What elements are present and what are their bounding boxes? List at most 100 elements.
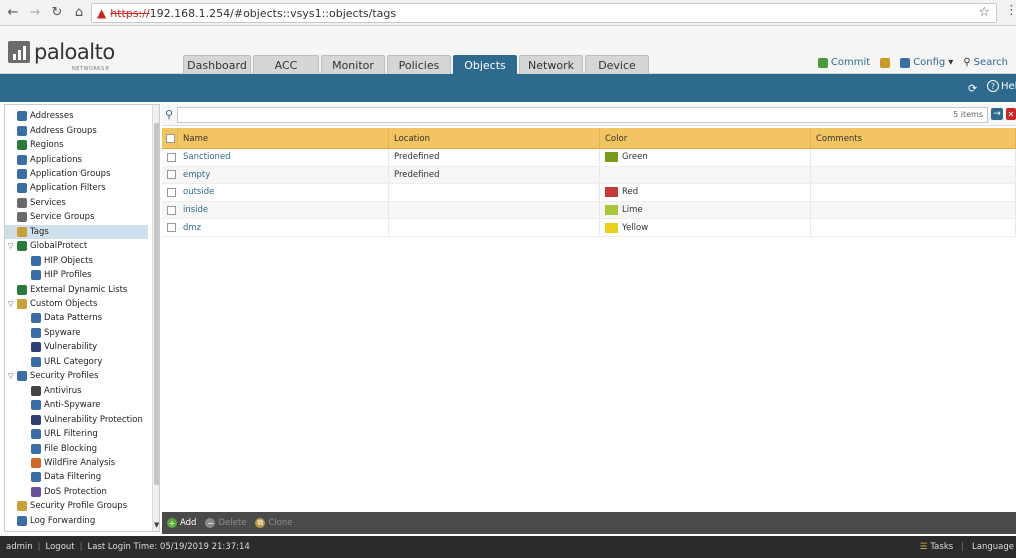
sidebar-item-label: HIP Profiles	[44, 270, 92, 281]
sidebar-item-security-profile-groups[interactable]: Security Profile Groups	[5, 499, 148, 513]
table-row[interactable]: inside Lime	[162, 201, 1016, 220]
sidebar-item-label: Application Groups	[30, 168, 111, 179]
tag-name-link[interactable]: empty	[183, 170, 210, 180]
table-row[interactable]: outside Red	[162, 184, 1016, 202]
anti-spyware-icon	[31, 400, 41, 411]
tab-network[interactable]: Network	[519, 55, 583, 74]
color-cell: Green	[600, 149, 811, 166]
row-checkbox[interactable]	[167, 187, 176, 197]
sidebar-item-url-filtering[interactable]: URL Filtering	[5, 427, 148, 441]
tab-policies[interactable]: Policies	[387, 55, 451, 74]
table-row[interactable]: Sanctioned Predefined Green	[162, 149, 1016, 167]
sidebar-item-external-dynamic-lists[interactable]: External Dynamic Lists	[5, 282, 148, 296]
scroll-down-icon[interactable]: ▼	[154, 521, 159, 529]
browser-toolbar: ← → ↻ ⌂ ▲ https:// 192.168.1.254/#object…	[0, 0, 1016, 26]
color-name: Yellow	[622, 222, 649, 233]
column-header-comments[interactable]: Comments	[811, 128, 1016, 149]
sidebar-item-log-forwarding[interactable]: Log Forwarding	[5, 514, 148, 528]
row-checkbox[interactable]	[167, 170, 176, 180]
paloalto-logo: paloalto	[8, 40, 115, 64]
expand-caret-icon[interactable]: ▽	[8, 300, 16, 308]
forward-icon[interactable]: →	[26, 4, 44, 22]
sidebar-item-address-groups[interactable]: Address Groups	[5, 123, 148, 137]
sidebar-item-service-groups[interactable]: Service Groups	[5, 210, 148, 224]
tag-name-link[interactable]: dmz	[183, 223, 201, 233]
address-bar[interactable]: ▲ https:// 192.168.1.254/#objects::vsys1…	[91, 3, 997, 23]
row-checkbox[interactable]	[167, 205, 176, 215]
tasks-button[interactable]: ☰ Tasks	[920, 542, 953, 552]
sidebar-item-tags[interactable]: Tags	[5, 224, 148, 239]
sidebar-item-label: HIP Objects	[44, 255, 93, 266]
tag-name-link[interactable]: outside	[183, 187, 214, 197]
sidebar-item-data-filtering[interactable]: Data Filtering	[5, 470, 148, 484]
sidebar-item-security-profiles[interactable]: ▽ Security Profiles	[5, 369, 148, 383]
language-button[interactable]: Language	[972, 542, 1014, 552]
sidebar-item-hip-objects[interactable]: HIP Objects	[5, 254, 148, 268]
delete-button[interactable]: − Delete	[205, 518, 246, 528]
row-checkbox[interactable]	[167, 152, 176, 162]
reload-icon[interactable]: ↻	[48, 4, 66, 22]
home-icon[interactable]: ⌂	[70, 4, 88, 22]
commit-button[interactable]: Commit	[817, 57, 870, 68]
lock-icon[interactable]	[880, 57, 891, 68]
sidebar-item-data-patterns[interactable]: Data Patterns	[5, 311, 148, 325]
sidebar-item-anti-spyware[interactable]: Anti-Spyware	[5, 398, 148, 412]
sidebar-item-spyware[interactable]: Spyware	[5, 326, 148, 340]
clone-button[interactable]: ⧉ Clone	[255, 518, 293, 528]
sidebar-item-vulnerability-protection[interactable]: Vulnerability Protection	[5, 412, 148, 426]
sidebar-scrollbar[interactable]: ▼	[152, 105, 159, 531]
sidebar-item-custom-objects[interactable]: ▽ Custom Objects	[5, 297, 148, 311]
tab-monitor[interactable]: Monitor	[321, 55, 385, 74]
help-button[interactable]: ? Help	[987, 80, 1016, 92]
help-icon: ?	[987, 80, 999, 92]
expand-caret-icon[interactable]: ▽	[8, 242, 16, 250]
table-row[interactable]: empty Predefined	[162, 166, 1016, 185]
location-cell: Predefined	[389, 166, 600, 184]
back-icon[interactable]: ←	[4, 4, 22, 22]
add-button[interactable]: + Add	[167, 518, 196, 528]
column-header-name[interactable]: Name	[178, 128, 389, 149]
sidebar-item-application-filters[interactable]: Application Filters	[5, 181, 148, 195]
bookmark-star-icon[interactable]: ☆	[978, 5, 990, 20]
clear-filter-icon[interactable]: ✕	[1006, 108, 1016, 120]
tag-name-link[interactable]: Sanctioned	[183, 152, 231, 162]
column-header-location[interactable]: Location	[389, 128, 600, 149]
refresh-icon[interactable]: ⟳	[968, 82, 977, 95]
sidebar-item-applications[interactable]: Applications	[5, 152, 148, 166]
commit-icon	[817, 57, 828, 68]
sidebar-item-hip-profiles[interactable]: HIP Profiles	[5, 268, 148, 282]
select-all-checkbox[interactable]	[162, 128, 178, 149]
tab-acc[interactable]: ACC	[253, 55, 319, 74]
filter-input[interactable]	[177, 107, 988, 123]
hip-objects-icon	[31, 255, 41, 266]
tab-device[interactable]: Device	[585, 55, 649, 74]
browser-menu-icon[interactable]: ⋮	[1005, 4, 1016, 17]
sidebar-item-dos-protection[interactable]: DoS Protection	[5, 485, 148, 499]
sidebar-item-label: Data Patterns	[44, 313, 103, 324]
tab-dashboard[interactable]: Dashboard	[183, 55, 251, 74]
color-cell: Lime	[600, 201, 811, 219]
search-button[interactable]: ⚲ Search	[963, 57, 1008, 68]
sidebar-item-services[interactable]: Services	[5, 196, 148, 210]
sidebar-item-wildfire-analysis[interactable]: WildFire Analysis	[5, 456, 148, 470]
sidebar-item-antivirus[interactable]: Antivirus	[5, 384, 148, 398]
tag-name-link[interactable]: inside	[183, 205, 208, 215]
sidebar-item-vulnerability[interactable]: Vulnerability	[5, 340, 148, 354]
sidebar-item-regions[interactable]: Regions	[5, 138, 148, 152]
sidebar-item-addresses[interactable]: Addresses	[5, 109, 148, 123]
apply-filter-icon[interactable]: →	[991, 108, 1003, 120]
sidebar-item-url-category[interactable]: URL Category	[5, 355, 148, 369]
sidebar-item-application-groups[interactable]: Application Groups	[5, 167, 148, 181]
sidebar-item-globalprotect[interactable]: ▽ GlobalProtect	[5, 239, 148, 253]
logout-link[interactable]: Logout	[46, 542, 75, 552]
expand-caret-icon[interactable]: ▽	[8, 372, 16, 380]
table-row[interactable]: dmz Yellow	[162, 219, 1016, 237]
location-cell	[389, 184, 600, 201]
row-checkbox[interactable]	[167, 223, 176, 233]
sidebar-item-file-blocking[interactable]: File Blocking	[5, 441, 148, 455]
action-bar: + Add − Delete ⧉ Clone	[162, 512, 1016, 534]
config-button[interactable]: Config ▾	[900, 57, 953, 68]
column-header-color[interactable]: Color	[600, 128, 811, 149]
tab-objects[interactable]: Objects	[453, 55, 517, 74]
sidebar-scroll-thumb[interactable]	[154, 123, 159, 485]
